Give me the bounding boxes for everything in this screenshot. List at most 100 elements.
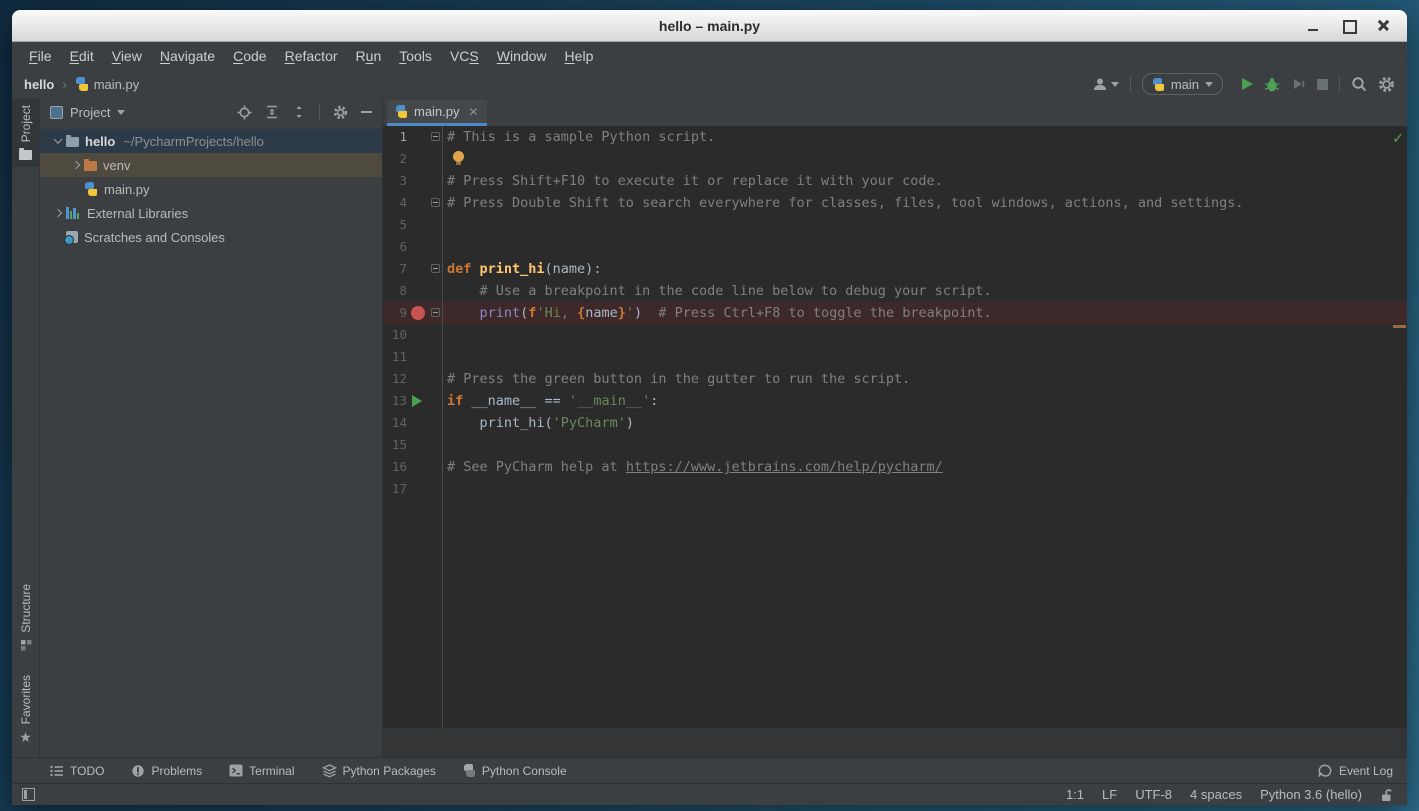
error-stripe-mark[interactable] [1393, 325, 1406, 328]
gutter-line-12[interactable]: 12 [383, 368, 443, 390]
gutter-line-5[interactable]: 5 [383, 214, 443, 236]
toolwindow-button-python-packages[interactable]: Python Packages [322, 764, 436, 778]
code-text[interactable] [443, 346, 1407, 368]
line-number[interactable]: 1 [383, 126, 407, 148]
fold-marker-icon[interactable] [431, 132, 440, 141]
users-button[interactable] [1092, 77, 1119, 91]
close-icon[interactable] [1376, 18, 1391, 33]
code-text[interactable] [443, 148, 1407, 170]
gutter-line-7[interactable]: 7 [383, 258, 443, 280]
line-number[interactable]: 4 [383, 192, 407, 214]
code-text[interactable] [443, 434, 1407, 456]
settings-gear-icon[interactable] [1378, 76, 1395, 93]
tree-item-venv[interactable]: venv [40, 153, 382, 177]
gutter-line-1[interactable]: 1 [383, 126, 443, 148]
menu-item-run[interactable]: Run [347, 48, 391, 64]
menu-item-view[interactable]: View [103, 48, 151, 64]
code-text[interactable]: # Press Double Shift to search everywher… [443, 192, 1407, 214]
tree-item-external-libraries[interactable]: External Libraries [40, 201, 382, 225]
inspection-ok-icon[interactable]: ✓ [1392, 128, 1404, 150]
intention-bulb-icon[interactable] [453, 151, 464, 162]
code-text[interactable]: print_hi('PyCharm') [443, 412, 1407, 434]
search-everywhere-icon[interactable] [1351, 76, 1367, 92]
gutter-line-17[interactable]: 17 [383, 478, 443, 500]
menu-item-refactor[interactable]: Refactor [276, 48, 347, 64]
code-text[interactable] [443, 214, 1407, 236]
breakpoint-icon[interactable] [411, 306, 425, 320]
line-number[interactable]: 3 [383, 170, 407, 192]
tree-item-hello[interactable]: hello~/PycharmProjects/hello [40, 129, 382, 153]
locate-file-icon[interactable] [237, 105, 252, 120]
line-number[interactable]: 11 [383, 346, 407, 368]
status-indent-style[interactable]: 4 spaces [1190, 787, 1242, 802]
gutter-line-11[interactable]: 11 [383, 346, 443, 368]
fold-marker-icon[interactable] [431, 198, 440, 207]
menu-item-vcs[interactable]: VCS [441, 48, 488, 64]
status-caret-position[interactable]: 1:1 [1066, 787, 1084, 802]
chevron-right-icon[interactable] [54, 209, 62, 217]
breadcrumb-file[interactable]: main.py [94, 77, 140, 92]
run-button[interactable] [1242, 78, 1253, 90]
tree-item-main-py[interactable]: main.py [40, 177, 382, 201]
gutter-line-14[interactable]: 14 [383, 412, 443, 434]
line-number[interactable]: 12 [383, 368, 407, 390]
toolwindow-button-problems[interactable]: Problems [131, 764, 202, 778]
code-text[interactable]: def print_hi(name): [443, 258, 1407, 280]
fold-marker-icon[interactable] [431, 264, 440, 273]
menu-item-code[interactable]: Code [224, 48, 275, 64]
run-configuration-select[interactable]: main [1142, 73, 1223, 95]
fold-marker-icon[interactable] [431, 308, 440, 317]
line-number[interactable]: 15 [383, 434, 407, 456]
tree-item-scratches-and-consoles[interactable]: Scratches and Consoles [40, 225, 382, 249]
menu-item-navigate[interactable]: Navigate [151, 48, 224, 64]
line-number[interactable]: 13 [383, 390, 407, 412]
code-text[interactable]: # This is a sample Python script. [443, 126, 1407, 148]
gutter-line-8[interactable]: 8 [383, 280, 443, 302]
hide-panel-icon[interactable] [361, 111, 372, 113]
code-text[interactable]: # Press Shift+F10 to execute it or repla… [443, 170, 1407, 192]
code-text[interactable] [443, 324, 1407, 346]
toolwindow-button-event-log[interactable]: Event Log [1318, 764, 1393, 778]
toolwindow-button-todo[interactable]: TODO [50, 764, 104, 778]
gutter-line-4[interactable]: 4 [383, 192, 443, 214]
debug-button[interactable] [1264, 77, 1280, 92]
code-text[interactable]: # See PyCharm help at https://www.jetbra… [443, 456, 1407, 478]
line-number[interactable]: 8 [383, 280, 407, 302]
tool-stripe-favorites[interactable]: Favorites ★ [12, 668, 40, 751]
gutter-line-2[interactable]: 2 [383, 148, 443, 170]
status-file-encoding[interactable]: UTF-8 [1135, 787, 1172, 802]
line-number[interactable]: 6 [383, 236, 407, 258]
code-text[interactable]: print(f'Hi, {name}') # Press Ctrl+F8 to … [443, 302, 1407, 324]
status-line-separator[interactable]: LF [1102, 787, 1117, 802]
gutter-line-13[interactable]: 13 [383, 390, 443, 412]
line-number[interactable]: 17 [383, 478, 407, 500]
tool-stripe-project[interactable]: Project [12, 98, 40, 167]
toolwindow-button-terminal[interactable]: Terminal [229, 764, 294, 778]
stop-button[interactable] [1317, 79, 1328, 90]
chevron-down-icon[interactable] [54, 135, 62, 143]
project-view-selector[interactable]: Project [50, 105, 125, 120]
breadcrumb-project[interactable]: hello [24, 77, 54, 92]
collapse-all-icon[interactable] [292, 105, 306, 119]
gutter-line-16[interactable]: 16 [383, 456, 443, 478]
panel-settings-gear-icon[interactable] [333, 105, 348, 120]
code-editor[interactable]: 1 # This is a sample Python script. 23 # Pr… [383, 126, 1407, 728]
gutter-line-6[interactable]: 6 [383, 236, 443, 258]
line-number[interactable]: 5 [383, 214, 407, 236]
menu-item-window[interactable]: Window [488, 48, 556, 64]
run-line-icon[interactable] [412, 395, 422, 407]
tool-stripe-structure[interactable]: Structure [12, 577, 40, 658]
line-number[interactable]: 2 [383, 148, 407, 170]
menu-item-help[interactable]: Help [556, 48, 603, 64]
line-number[interactable]: 10 [383, 324, 407, 346]
tab-close-icon[interactable]: ✕ [469, 105, 479, 119]
code-text[interactable]: # Press the green button in the gutter t… [443, 368, 1407, 390]
menu-item-edit[interactable]: Edit [61, 48, 103, 64]
code-text[interactable]: if __name__ == '__main__': [443, 390, 1407, 412]
maximize-icon[interactable] [1341, 18, 1356, 33]
menu-item-file[interactable]: File [20, 48, 61, 64]
code-text[interactable]: # Use a breakpoint in the code line belo… [443, 280, 1407, 302]
status-python-interpreter[interactable]: Python 3.6 (hello) [1260, 787, 1362, 802]
toolwindow-toggle-icon[interactable] [22, 788, 35, 801]
code-text[interactable] [443, 236, 1407, 258]
